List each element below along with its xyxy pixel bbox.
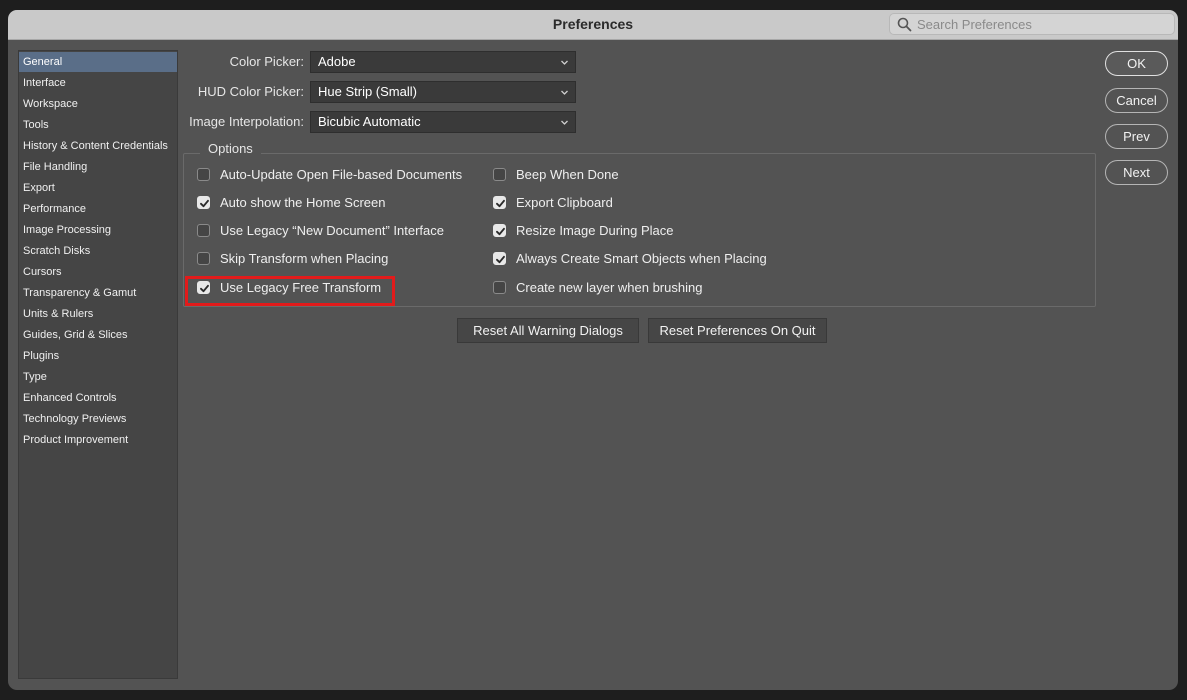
image-interpolation-label: Image Interpolation: bbox=[189, 114, 304, 129]
color-picker-select[interactable]: Adobe bbox=[310, 51, 576, 73]
checkbox[interactable] bbox=[197, 252, 210, 265]
sidebar-item-workspace[interactable]: Workspace bbox=[19, 94, 177, 114]
sidebar-item-history[interactable]: History & Content Credentials bbox=[19, 136, 177, 156]
checkbox[interactable] bbox=[197, 224, 210, 237]
sidebar-item-guides[interactable]: Guides, Grid & Slices bbox=[19, 325, 177, 345]
preferences-window: Preferences General Interface Workspace … bbox=[8, 10, 1178, 690]
cancel-button[interactable]: Cancel bbox=[1105, 88, 1168, 113]
checkmark-icon bbox=[496, 227, 505, 236]
sidebar-item-units-rulers[interactable]: Units & Rulers bbox=[19, 304, 177, 324]
prev-button[interactable]: Prev bbox=[1105, 124, 1168, 149]
checkbox[interactable] bbox=[197, 168, 210, 181]
hud-color-picker-select[interactable]: Hue Strip (Small) bbox=[310, 81, 576, 103]
sidebar-item-export[interactable]: Export bbox=[19, 178, 177, 198]
color-picker-value: Adobe bbox=[318, 54, 356, 69]
sidebar-item-product-improvement[interactable]: Product Improvement bbox=[19, 430, 177, 450]
checkbox[interactable] bbox=[493, 281, 506, 294]
color-picker-label: Color Picker: bbox=[229, 54, 304, 69]
search-input[interactable] bbox=[917, 15, 1167, 33]
image-interpolation-value: Bicubic Automatic bbox=[318, 114, 421, 129]
checkbox-checked[interactable] bbox=[493, 196, 506, 209]
options-title: Options bbox=[200, 141, 261, 157]
sidebar-item-tools[interactable]: Tools bbox=[19, 115, 177, 135]
next-button[interactable]: Next bbox=[1105, 160, 1168, 185]
chevron-down-icon bbox=[561, 60, 568, 65]
checkbox-checked[interactable] bbox=[197, 196, 210, 209]
search-box[interactable] bbox=[889, 13, 1175, 35]
sidebar-item-file-handling[interactable]: File Handling bbox=[19, 157, 177, 177]
checkbox-checked[interactable] bbox=[493, 224, 506, 237]
sidebar-item-interface[interactable]: Interface bbox=[19, 73, 177, 93]
sidebar-item-plugins[interactable]: Plugins bbox=[19, 346, 177, 366]
ok-button[interactable]: OK bbox=[1105, 51, 1168, 76]
sidebar: General Interface Workspace Tools Histor… bbox=[18, 50, 178, 679]
sidebar-item-enhanced-controls[interactable]: Enhanced Controls bbox=[19, 388, 177, 408]
chevron-down-icon bbox=[561, 90, 568, 95]
highlight-annotation bbox=[185, 276, 395, 306]
reset-preferences-button[interactable]: Reset Preferences On Quit bbox=[648, 318, 827, 343]
sidebar-item-cursors[interactable]: Cursors bbox=[19, 262, 177, 282]
search-icon bbox=[897, 17, 912, 32]
checkbox-checked[interactable] bbox=[493, 252, 506, 265]
sidebar-item-image-processing[interactable]: Image Processing bbox=[19, 220, 177, 240]
checkbox[interactable] bbox=[493, 168, 506, 181]
checkmark-icon bbox=[496, 199, 505, 208]
sidebar-item-scratch-disks[interactable]: Scratch Disks bbox=[19, 241, 177, 261]
title-bar: Preferences bbox=[8, 10, 1178, 40]
sidebar-item-general[interactable]: General bbox=[19, 52, 177, 72]
sidebar-item-transparency[interactable]: Transparency & Gamut bbox=[19, 283, 177, 303]
reset-warning-dialogs-button[interactable]: Reset All Warning Dialogs bbox=[457, 318, 639, 343]
chevron-down-icon bbox=[561, 120, 568, 125]
checkmark-icon bbox=[496, 255, 505, 264]
hud-color-picker-label: HUD Color Picker: bbox=[197, 84, 304, 99]
checkmark-icon bbox=[200, 199, 209, 208]
sidebar-item-type[interactable]: Type bbox=[19, 367, 177, 387]
sidebar-item-performance[interactable]: Performance bbox=[19, 199, 177, 219]
sidebar-item-technology-previews[interactable]: Technology Previews bbox=[19, 409, 177, 429]
hud-color-picker-value: Hue Strip (Small) bbox=[318, 84, 417, 99]
image-interpolation-select[interactable]: Bicubic Automatic bbox=[310, 111, 576, 133]
